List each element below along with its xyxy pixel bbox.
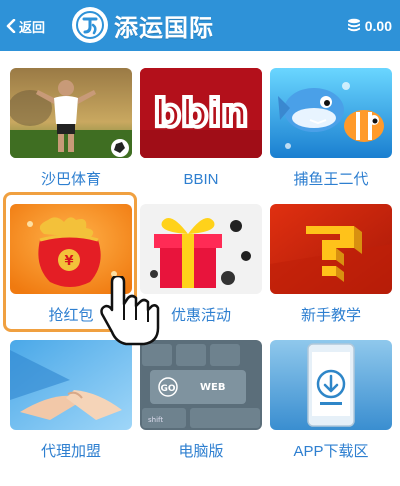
wallet-balance[interactable]: 0.00: [347, 16, 392, 36]
back-label: 返回: [19, 19, 46, 35]
svg-text:GO: GO: [160, 384, 175, 394]
svg-text:WEB: WEB: [200, 382, 225, 393]
soccer-player-thumbnail: [10, 68, 132, 158]
brand-title: 添运国际: [114, 13, 214, 42]
pointing-hand-cursor-icon: [100, 276, 160, 346]
tile-desktop-version[interactable]: GO WEB shift 电脑版: [140, 340, 262, 461]
balance-amount: 0.00: [364, 18, 392, 34]
phone-download-thumbnail: [270, 340, 392, 430]
tile-agent-join[interactable]: 代理加盟: [10, 340, 132, 461]
svg-text:shift: shift: [148, 416, 163, 424]
tile-app-download[interactable]: APP下载区: [270, 340, 392, 461]
bbin-logo-thumbnail: bbin: [140, 68, 262, 158]
tile-label: 新手教学: [300, 307, 361, 324]
question-mark-thumbnail: [270, 204, 392, 294]
back-button[interactable]: 返回: [6, 16, 45, 36]
tile-label: APP下载区: [293, 443, 369, 460]
keyboard-go-web-thumbnail: GO WEB shift: [140, 340, 262, 430]
coin-stack-icon: [347, 18, 360, 32]
tile-label: 捕鱼王二代: [293, 171, 369, 188]
tile-saba-sports[interactable]: 沙巴体育: [10, 68, 132, 189]
tile-fishing-king-2[interactable]: 捕鱼王二代: [270, 68, 392, 189]
brand-emblem-icon: [72, 7, 108, 43]
tile-beginner-guide[interactable]: 新手教学: [270, 204, 392, 325]
chevron-left-icon: [6, 19, 16, 33]
brand-logo: 添运国际: [72, 7, 214, 43]
tile-label: BBIN: [183, 171, 219, 188]
tile-label: 沙巴体育: [40, 171, 101, 188]
handshake-thumbnail: [10, 340, 132, 430]
top-header-bar: 返回 添运国际 0.00: [0, 0, 400, 51]
tile-label: 代理加盟: [40, 443, 101, 460]
tile-label: 电脑版: [178, 443, 224, 460]
cartoon-fish-thumbnail: [270, 68, 392, 158]
svg-text:¥: ¥: [64, 254, 73, 269]
tile-bbin[interactable]: bbin BBIN: [140, 68, 262, 189]
svg-text:bbin: bbin: [154, 91, 248, 135]
